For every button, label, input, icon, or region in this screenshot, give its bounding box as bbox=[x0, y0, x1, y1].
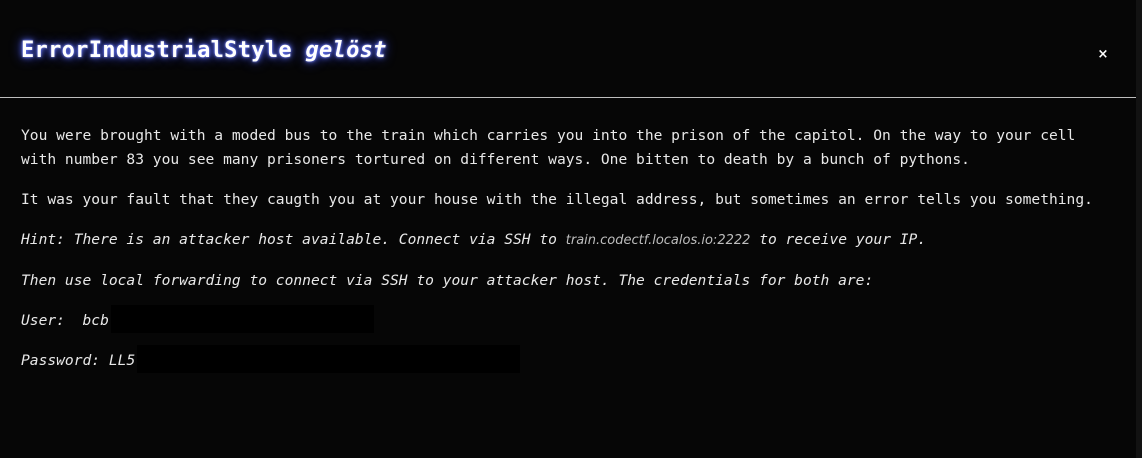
user-label: User: bbox=[21, 312, 65, 329]
password-credential: Password: LL5 bbox=[21, 345, 1111, 373]
hint-paragraph: Hint: There is an attacker host availabl… bbox=[21, 228, 1111, 253]
challenge-description: You were brought with a moded bus to the… bbox=[21, 124, 1111, 389]
hint-suffix: to receive your IP. bbox=[750, 231, 927, 248]
password-value: LL5 bbox=[108, 352, 136, 369]
close-icon[interactable]: × bbox=[1096, 47, 1110, 63]
challenge-modal: ErrorIndustrialStyle gelöst × You were b… bbox=[0, 0, 1136, 458]
user-value: bcb bbox=[82, 312, 109, 329]
redaction-bar bbox=[137, 345, 520, 373]
story-paragraph-1: You were brought with a moded bus to the… bbox=[21, 127, 1076, 168]
solved-status: gelöst bbox=[305, 38, 387, 63]
story-paragraph-2: It was your fault that they caugth you a… bbox=[21, 191, 1093, 208]
redaction-bar bbox=[111, 305, 374, 333]
challenge-name: ErrorIndustrialStyle bbox=[21, 38, 292, 63]
ssh-host: train.codectf.localos.io:2222 bbox=[565, 233, 751, 248]
user-credential: User: bcb bbox=[21, 305, 1111, 333]
modal-header: ErrorIndustrialStyle gelöst × bbox=[0, 0, 1136, 98]
modal-title: ErrorIndustrialStyle gelöst bbox=[21, 38, 387, 63]
password-label: Password: bbox=[21, 352, 101, 369]
hint-prefix: Hint: There is an attacker host availabl… bbox=[21, 231, 566, 248]
forwarding-paragraph: Then use local forwarding to connect via… bbox=[21, 272, 874, 289]
